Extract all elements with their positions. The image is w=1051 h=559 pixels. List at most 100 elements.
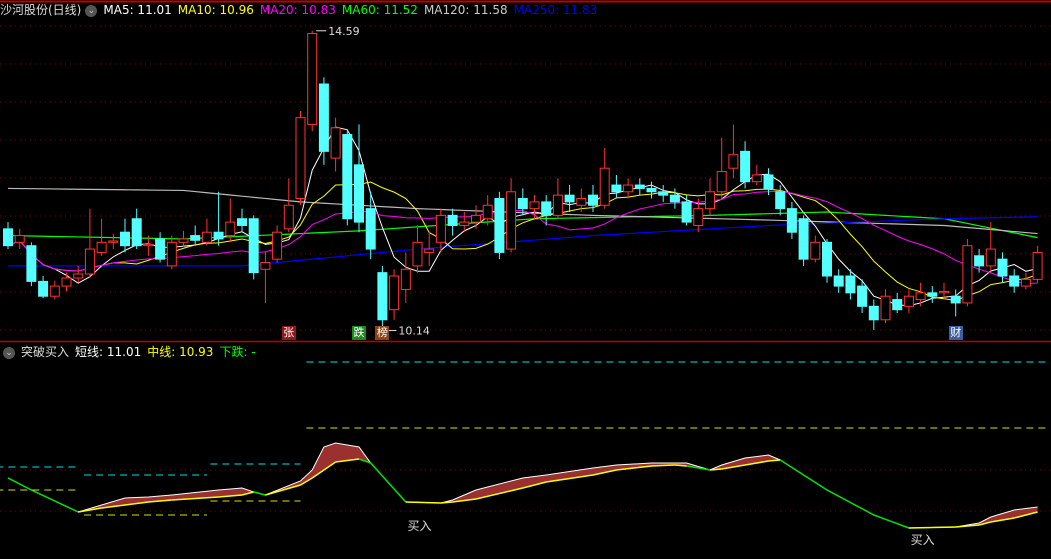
mid-line-segment [440, 501, 453, 504]
indicator-legend-item-1: 中线: 10.93 [147, 345, 214, 359]
candle-body [283, 204, 294, 230]
candle-body [529, 201, 540, 210]
candle-body [903, 295, 914, 307]
mid-line-segment [31, 489, 79, 513]
candle-body [237, 218, 247, 226]
candle-body [506, 191, 517, 250]
candle-body [822, 241, 832, 277]
candle-body [482, 204, 493, 220]
candle-body [564, 194, 575, 203]
candle-body [857, 285, 868, 307]
candle-body [833, 275, 844, 287]
ma-line-ma5 [7, 126, 1038, 307]
low-price-label: 10.14 [398, 325, 430, 338]
candle-body [494, 198, 505, 253]
candle-body [658, 191, 669, 196]
indicator-legend-item-2: 下跌: - [219, 345, 256, 359]
ma-legend-item-2: MA20: 10.83 [259, 3, 336, 17]
candle-body [400, 268, 411, 290]
candle-body [775, 191, 786, 210]
candle-body [377, 272, 388, 321]
candle-body [868, 305, 879, 321]
event-marker[interactable]: 张 [281, 326, 296, 340]
candle-body [552, 194, 563, 216]
candle-body [38, 280, 49, 297]
mid-line-segment [651, 464, 675, 467]
mid-line-segment [370, 462, 407, 503]
indicator-legend: ⌄ 突破买入 短线: 11.01 中线: 10.93 下跌: - [0, 344, 268, 360]
ma-legend-item-0: MA5: 11.01 [103, 3, 172, 17]
ma-legend-item-5: MA250: 11.83 [513, 3, 598, 17]
candle-body [155, 238, 166, 260]
candle-body [517, 198, 528, 210]
candle-body [342, 134, 353, 220]
mid-line-segment [253, 491, 266, 496]
mid-line-segment [955, 524, 980, 528]
candle-body [3, 228, 13, 247]
candle-body [260, 262, 271, 270]
mid-line-segment [768, 459, 781, 462]
collapse-icon[interactable]: ⌄ [85, 4, 98, 17]
candle-body [1009, 275, 1020, 287]
ma-legend-item-1: MA10: 10.96 [177, 3, 254, 17]
candle-body [880, 295, 891, 321]
candle-body [634, 184, 645, 189]
candle-body [201, 231, 212, 243]
event-marker[interactable]: 榜 [375, 326, 390, 340]
mid-line-segment [265, 484, 301, 496]
indicator-legend-item-0: 短线: 11.01 [75, 345, 142, 359]
candle-body [178, 238, 189, 243]
mid-line-segment [674, 464, 687, 467]
candle-body [96, 241, 107, 253]
candle-body [330, 127, 341, 159]
candle-body [915, 292, 926, 301]
mid-line-segment [709, 468, 722, 471]
ma-legend-item-4: MA120: 11.58 [423, 3, 508, 17]
high-price-label: 14.59 [328, 25, 360, 38]
chart-canvas[interactable]: 14.59 10.14 [0, 0, 1051, 559]
buy-signal-label: 买入 [910, 533, 935, 547]
candle-body [810, 241, 821, 260]
mid-line-segment [405, 501, 441, 504]
event-marker[interactable]: 财 [948, 326, 963, 340]
candle-body [108, 240, 119, 243]
candle-body [576, 198, 587, 206]
candle-body [763, 174, 774, 189]
candle-body [354, 164, 364, 223]
buy-signal-label: 买入 [407, 519, 432, 533]
candle-body [459, 221, 470, 226]
candle-body [1020, 278, 1031, 287]
candle-body [927, 292, 938, 297]
candle-body [295, 117, 306, 200]
candle-body [248, 218, 259, 274]
candle-body [412, 241, 423, 267]
candle-body [307, 32, 318, 125]
candle-body [365, 208, 376, 250]
candle-body [845, 275, 856, 294]
candle-body [225, 221, 236, 237]
candle-body [26, 245, 37, 282]
candle-body [471, 214, 481, 223]
candle-body [728, 154, 739, 169]
candle-body [974, 255, 985, 267]
collapse-icon[interactable]: ⌄ [3, 346, 15, 359]
candle-body [681, 201, 692, 223]
candle-body [272, 231, 283, 260]
candle-body [14, 235, 25, 243]
ma-line-ma60 [7, 211, 1038, 240]
candle-body [447, 214, 458, 226]
candle-body [786, 208, 797, 233]
candle-body [599, 167, 610, 206]
main-legend: 沙河股份(日线) ⌄ MA5: 11.01 MA10: 10.96 MA20: 10.8… [0, 2, 609, 18]
candle-body [435, 214, 446, 243]
stock-title: 沙河股份(日线) [0, 3, 82, 17]
candle-body [997, 258, 1008, 277]
candle-body [892, 299, 903, 311]
candle-body [541, 201, 552, 216]
mid-line-segment [908, 526, 956, 529]
mid-line-segment [7, 477, 32, 491]
event-marker[interactable]: 跌 [352, 326, 366, 340]
candle-body [73, 273, 84, 279]
candle-body [751, 174, 762, 183]
candle-body [120, 231, 130, 247]
